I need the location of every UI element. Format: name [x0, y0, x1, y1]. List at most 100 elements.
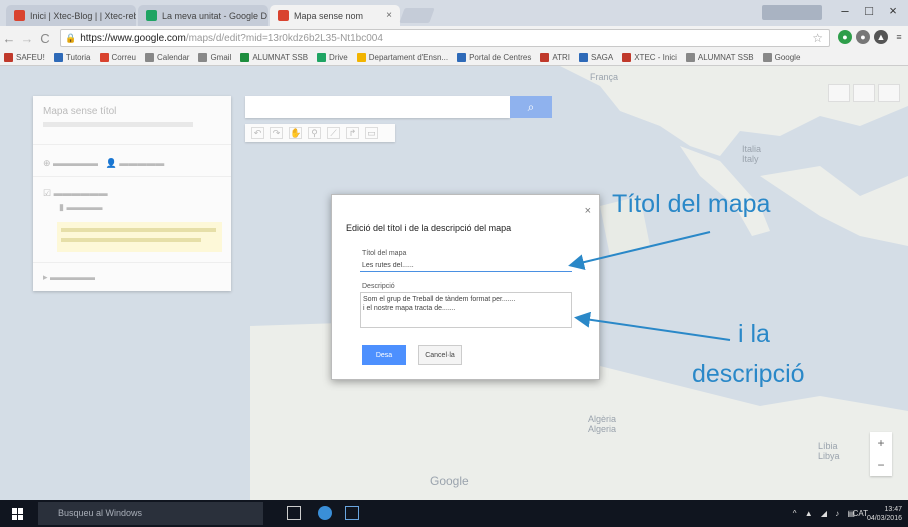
bookmark-item[interactable]: Correu — [99, 53, 136, 62]
map-layers-panel: Mapa sense títol ⊕ ▬▬▬▬▬ 👤 ▬▬▬▬▬ ☑ ▬▬▬▬▬… — [33, 96, 231, 291]
layer-row[interactable]: ☑ ▬▬▬▬▬▬ — [43, 188, 108, 199]
search-icon[interactable]: ⌕ — [510, 96, 552, 118]
preview-button[interactable] — [853, 84, 875, 102]
bookmark-item[interactable]: Departament d'Ensn... — [356, 53, 449, 62]
bookmark-label: Calendar — [156, 53, 190, 62]
close-window-icon[interactable]: × — [880, 3, 906, 18]
address-bar[interactable]: 🔒 https://www.google.com/maps/d/edit?mid… — [60, 29, 830, 47]
browser-tab-2[interactable]: La meva unitat - Google D × — [138, 5, 268, 26]
bookmark-item[interactable]: Drive — [317, 53, 348, 62]
bookmark-label: Drive — [329, 53, 348, 62]
hand-icon[interactable]: ✋ — [289, 127, 302, 139]
minimize-icon[interactable]: – — [832, 3, 858, 18]
bookmark-item[interactable]: Google — [762, 53, 801, 62]
chrome-taskbar-icon[interactable] — [318, 506, 332, 520]
divider — [33, 262, 231, 263]
reload-icon[interactable]: C — [36, 31, 54, 46]
annotation-desc-note-1: i la — [738, 320, 770, 348]
browser-tab-bar: Inici | Xtec-Blog | | Xtec-reb × La meva… — [0, 0, 908, 26]
map-label-algeria: Algèria Algeria — [588, 414, 617, 434]
share-button[interactable] — [828, 84, 850, 102]
browser-tab-3-active[interactable]: Mapa sense nom × — [270, 5, 400, 26]
bookmark-icon — [457, 53, 467, 62]
undo-icon[interactable]: ↶ — [251, 127, 264, 139]
bookmark-icon — [578, 53, 588, 62]
bookmarks-bar: SAFEU! Tutoria Correu Calendar Gmail ALUMNAT … — [0, 50, 908, 66]
store-taskbar-icon[interactable] — [345, 506, 359, 520]
map-tools: ↶ ↷ ✋ ⚲ ⟋ ↱ ▭ — [245, 124, 395, 142]
bookmark-label: ALUMNAT SSB — [697, 53, 754, 62]
map-label-libya: Líbia Libya — [818, 441, 840, 461]
tab-label: La meva unitat - Google D — [162, 10, 268, 21]
system-tray-icons[interactable]: ^ ▲ ◢ ♪ ▤ — [793, 509, 858, 518]
line-icon[interactable]: ⟋ — [327, 127, 340, 139]
bookmark-item[interactable]: XTEC - Inici — [622, 53, 677, 62]
close-icon[interactable]: × — [585, 205, 591, 217]
extension-icon[interactable]: ● — [856, 30, 870, 44]
bookmark-item[interactable]: Portal de Centres — [457, 53, 531, 62]
bookmark-item[interactable]: ALUMNAT SSB — [240, 53, 308, 62]
route-icon[interactable]: ↱ — [346, 127, 359, 139]
extension-icon[interactable]: ▲ — [874, 30, 888, 44]
browser-toolbar: ← → C 🔒 https://www.google.com/maps/d/ed… — [0, 26, 908, 50]
zoom-out-icon[interactable]: − — [870, 454, 892, 476]
bookmark-label: Google — [774, 53, 801, 62]
map-title[interactable]: Mapa sense títol — [43, 106, 116, 117]
forward-icon[interactable]: → — [18, 31, 36, 46]
bookmark-label: XTEC - Inici — [634, 53, 677, 62]
annotation-title-note: Títol del mapa — [612, 190, 771, 218]
description-label: Descripció — [362, 283, 395, 290]
description-field[interactable]: Som el grup de Treball de tàndem format … — [360, 292, 572, 328]
ruler-icon[interactable]: ▭ — [365, 127, 378, 139]
favicon-icon — [278, 10, 289, 21]
bookmark-icon — [53, 53, 63, 62]
bookmark-icon — [685, 53, 695, 62]
browser-tab-1[interactable]: Inici | Xtec-Blog | | Xtec-reb × — [6, 5, 136, 26]
new-tab-button[interactable] — [399, 8, 435, 23]
user-profile-button[interactable] — [762, 5, 822, 20]
add-layer-row[interactable]: ⊕ ▬▬▬▬▬ 👤 ▬▬▬▬▬ — [43, 158, 164, 169]
bookmark-icon — [356, 53, 366, 62]
windows-start-icon[interactable] — [12, 508, 24, 520]
tab-label: Mapa sense nom — [294, 10, 364, 21]
task-view-icon[interactable] — [287, 506, 301, 520]
bookmark-label: ATRI — [552, 53, 570, 62]
bookmark-label: Departament d'Ensn... — [368, 53, 449, 62]
taskbar-search-input[interactable]: Busqueu al Windows — [38, 502, 263, 525]
save-button[interactable]: Desa — [362, 345, 406, 365]
map-search-input[interactable] — [245, 96, 510, 118]
back-icon[interactable]: ← — [0, 31, 18, 46]
annotation-desc-note-2: descripció — [692, 360, 805, 388]
menu-icon[interactable]: ≡ — [892, 30, 906, 44]
close-icon[interactable]: × — [386, 10, 392, 21]
bookmark-star-icon[interactable]: ☆ — [812, 31, 823, 45]
bookmark-label: Gmail — [210, 53, 232, 62]
base-map-row[interactable]: ▸ ▬▬▬▬▬ — [43, 272, 95, 283]
bookmark-icon — [144, 53, 154, 62]
bookmark-item[interactable]: Calendar — [144, 53, 190, 62]
bookmark-item[interactable]: Gmail — [198, 53, 231, 62]
clock-time: 13:47 — [884, 506, 902, 513]
redo-icon[interactable]: ↷ — [270, 127, 283, 139]
bookmark-item[interactable]: ATRI — [540, 53, 570, 62]
info-line — [61, 238, 201, 242]
bookmark-icon — [99, 53, 109, 62]
edit-title-dialog: × Edició del títol i de la descripció de… — [331, 194, 600, 380]
bookmark-item[interactable]: Tutoria — [53, 53, 91, 62]
maximize-icon[interactable]: □ — [856, 3, 882, 18]
extension-icon[interactable]: ● — [838, 30, 852, 44]
marker-icon[interactable]: ⚲ — [308, 127, 321, 139]
bookmark-item[interactable]: SAFEU! — [4, 53, 45, 62]
bookmark-item[interactable]: ALUMNAT SSB — [685, 53, 754, 62]
windows-taskbar: Busqueu al Windows ^ ▲ ◢ ♪ ▤ CAT 13:47 0… — [0, 500, 908, 527]
bookmark-item[interactable]: SAGA — [578, 53, 613, 62]
language-indicator[interactable]: CAT — [853, 509, 868, 518]
google-logo: Google — [430, 474, 469, 488]
map-title-label: Títol del mapa — [362, 250, 407, 257]
layer-style-row[interactable]: ▮ ▬▬▬▬ — [59, 202, 102, 213]
clock[interactable]: 13:47 04/03/2016 — [867, 505, 902, 523]
zoom-in-icon[interactable]: + — [870, 432, 892, 454]
settings-icon[interactable] — [878, 84, 900, 102]
cancel-button[interactable]: Cancel·la — [418, 345, 462, 365]
map-title-field[interactable] — [360, 259, 572, 272]
